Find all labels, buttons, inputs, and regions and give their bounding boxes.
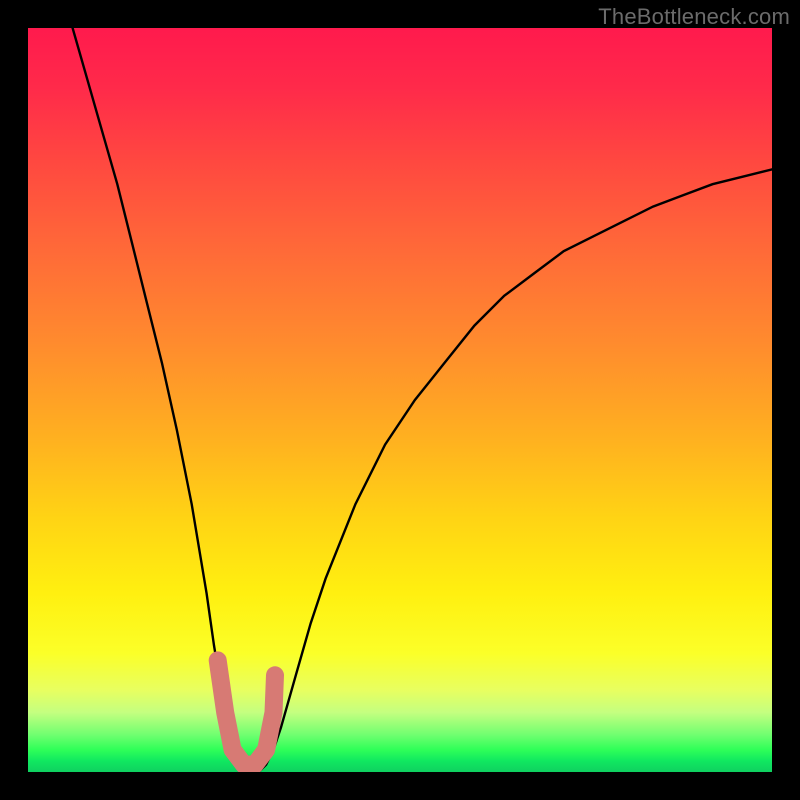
plot-area bbox=[28, 28, 772, 772]
curve-layer bbox=[28, 28, 772, 772]
highlight-marker bbox=[218, 660, 275, 764]
watermark-text: TheBottleneck.com bbox=[598, 4, 790, 30]
bottleneck-curve bbox=[73, 28, 772, 772]
chart-frame: TheBottleneck.com bbox=[0, 0, 800, 800]
